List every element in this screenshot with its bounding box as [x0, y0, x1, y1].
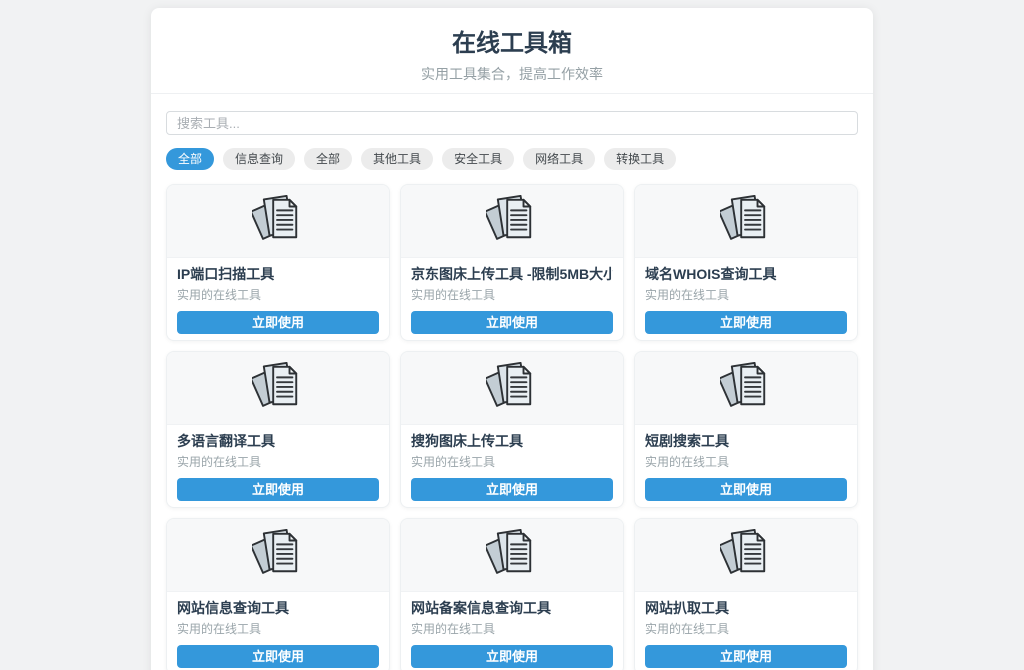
pages-icon — [252, 529, 304, 582]
tool-icon-area — [401, 519, 623, 592]
tool-description: 实用的在线工具 — [411, 289, 613, 302]
tool-card-body: IP端口扫描工具 实用的在线工具 立即使用 — [167, 258, 389, 340]
pages-icon — [252, 362, 304, 415]
tool-description: 实用的在线工具 — [645, 623, 847, 636]
tool-icon-area — [635, 519, 857, 592]
filter-bar: 全部信息查询全部其他工具安全工具网络工具转换工具 — [166, 148, 858, 170]
toolbox-container: 在线工具箱 实用工具集合，提高工作效率 全部信息查询全部其他工具安全工具网络工具… — [151, 8, 873, 670]
pages-icon — [720, 529, 772, 582]
tool-title: 短剧搜索工具 — [645, 433, 847, 450]
use-now-button[interactable]: 立即使用 — [177, 311, 379, 334]
tool-card-body: 网站信息查询工具 实用的在线工具 立即使用 — [167, 592, 389, 670]
use-now-button[interactable]: 立即使用 — [411, 478, 613, 501]
filter-tab-5[interactable]: 网络工具 — [523, 148, 595, 170]
tool-title: 网站备案信息查询工具 — [411, 600, 613, 617]
pages-icon — [486, 195, 538, 248]
tool-card: 域名WHOIS查询工具 实用的在线工具 立即使用 — [634, 184, 858, 341]
tool-title: 网站扒取工具 — [645, 600, 847, 617]
filter-tab-1[interactable]: 信息查询 — [223, 148, 295, 170]
tools-grid: IP端口扫描工具 实用的在线工具 立即使用 — [166, 184, 858, 670]
tool-icon-area — [635, 185, 857, 258]
tool-description: 实用的在线工具 — [645, 289, 847, 302]
use-now-button[interactable]: 立即使用 — [177, 478, 379, 501]
tool-card: 网站信息查询工具 实用的在线工具 立即使用 — [166, 518, 390, 670]
page-title: 在线工具箱 — [171, 30, 853, 58]
tool-title: 网站信息查询工具 — [177, 600, 379, 617]
use-now-button[interactable]: 立即使用 — [645, 311, 847, 334]
filter-tab-0[interactable]: 全部 — [166, 148, 214, 170]
tool-card: 短剧搜索工具 实用的在线工具 立即使用 — [634, 351, 858, 508]
tool-icon-area — [167, 185, 389, 258]
tool-card-body: 网站备案信息查询工具 实用的在线工具 立即使用 — [401, 592, 623, 670]
tool-icon-area — [635, 352, 857, 425]
tool-title: 京东图床上传工具 -限制5MB大小 — [411, 266, 613, 283]
tool-icon-area — [401, 352, 623, 425]
use-now-button[interactable]: 立即使用 — [177, 645, 379, 668]
page-header: 在线工具箱 实用工具集合，提高工作效率 — [151, 8, 873, 94]
tool-icon-area — [401, 185, 623, 258]
tool-card-body: 网站扒取工具 实用的在线工具 立即使用 — [635, 592, 857, 670]
tool-card-body: 搜狗图床上传工具 实用的在线工具 立即使用 — [401, 425, 623, 507]
pages-icon — [486, 362, 538, 415]
use-now-button[interactable]: 立即使用 — [411, 311, 613, 334]
main-content: 全部信息查询全部其他工具安全工具网络工具转换工具 — [151, 94, 873, 670]
tool-card: 搜狗图床上传工具 实用的在线工具 立即使用 — [400, 351, 624, 508]
tool-card-body: 多语言翻译工具 实用的在线工具 立即使用 — [167, 425, 389, 507]
pages-icon — [720, 362, 772, 415]
filter-tab-4[interactable]: 安全工具 — [442, 148, 514, 170]
pages-icon — [252, 195, 304, 248]
use-now-button[interactable]: 立即使用 — [411, 645, 613, 668]
tool-description: 实用的在线工具 — [177, 623, 379, 636]
tool-title: 多语言翻译工具 — [177, 433, 379, 450]
tool-icon-area — [167, 519, 389, 592]
pages-icon — [720, 195, 772, 248]
tool-card-body: 京东图床上传工具 -限制5MB大小 实用的在线工具 立即使用 — [401, 258, 623, 340]
tool-description: 实用的在线工具 — [411, 623, 613, 636]
filter-tab-3[interactable]: 其他工具 — [361, 148, 433, 170]
tool-description: 实用的在线工具 — [411, 456, 613, 469]
tool-title: IP端口扫描工具 — [177, 266, 379, 283]
tool-description: 实用的在线工具 — [177, 456, 379, 469]
tool-card: IP端口扫描工具 实用的在线工具 立即使用 — [166, 184, 390, 341]
tool-card: 多语言翻译工具 实用的在线工具 立即使用 — [166, 351, 390, 508]
tool-card: 网站扒取工具 实用的在线工具 立即使用 — [634, 518, 858, 670]
filter-tab-2[interactable]: 全部 — [304, 148, 352, 170]
tool-card-body: 短剧搜索工具 实用的在线工具 立即使用 — [635, 425, 857, 507]
filter-tab-6[interactable]: 转换工具 — [604, 148, 676, 170]
tool-icon-area — [167, 352, 389, 425]
pages-icon — [486, 529, 538, 582]
tool-title: 域名WHOIS查询工具 — [645, 266, 847, 283]
page-subtitle: 实用工具集合，提高工作效率 — [171, 66, 853, 83]
tool-card-body: 域名WHOIS查询工具 实用的在线工具 立即使用 — [635, 258, 857, 340]
tool-title: 搜狗图床上传工具 — [411, 433, 613, 450]
tool-card: 京东图床上传工具 -限制5MB大小 实用的在线工具 立即使用 — [400, 184, 624, 341]
search-input[interactable] — [166, 111, 858, 135]
use-now-button[interactable]: 立即使用 — [645, 645, 847, 668]
tool-description: 实用的在线工具 — [177, 289, 379, 302]
tool-description: 实用的在线工具 — [645, 456, 847, 469]
tool-card: 网站备案信息查询工具 实用的在线工具 立即使用 — [400, 518, 624, 670]
use-now-button[interactable]: 立即使用 — [645, 478, 847, 501]
